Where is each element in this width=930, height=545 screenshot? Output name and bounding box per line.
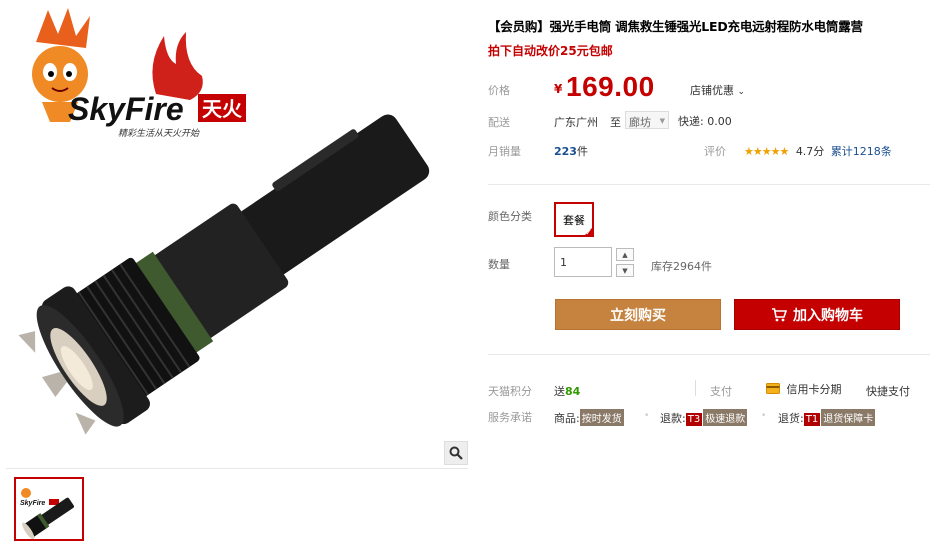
price-label: 价格 [488, 84, 510, 97]
service-goods-prefix: 商品: [554, 412, 580, 425]
points-value-wrap: 送84 [554, 383, 580, 399]
monthly-sales-label: 月销量 [488, 145, 521, 158]
points-prefix: 送 [554, 385, 565, 398]
flashlight-body [18, 114, 430, 435]
product-page: SkyFire 天火 精彩生活从天火开始 SkyFire 【会员购】强光手电筒 … [0, 0, 930, 545]
sales-unit: 件 [576, 145, 588, 158]
points-label: 天猫积分 [488, 385, 532, 398]
buy-now-button[interactable]: 立刻购买 [555, 299, 721, 330]
divider [488, 354, 930, 355]
caret-up-icon: ▲ [622, 250, 628, 259]
caret-down-icon: ▼ [622, 266, 628, 275]
service-goods[interactable]: 商品: 按时发货 [554, 409, 625, 426]
divider [695, 380, 696, 396]
service-refund[interactable]: 退款: T3 极速退款 [660, 409, 748, 426]
separator-dot: • [644, 411, 650, 421]
service-return-prefix: 退货: [778, 412, 804, 425]
separator-dot: • [761, 411, 767, 421]
check-icon: ✓ [585, 228, 592, 237]
quantity-decrease-button[interactable]: ▼ [616, 264, 634, 277]
shipping-from: 广东广州 [554, 116, 598, 129]
main-product-image[interactable]: SkyFire 天火 精彩生活从天火开始 [6, 4, 468, 466]
quantity-increase-button[interactable]: ▲ [616, 248, 634, 261]
buy-now-label: 立刻购买 [610, 307, 666, 324]
shop-promo-dropdown[interactable]: 店铺优惠 ⌄ [690, 82, 745, 98]
rating-total: 累计1218条 [830, 145, 892, 158]
svg-text:SkyFire: SkyFire [20, 500, 45, 507]
t3-badge: T3 [685, 413, 703, 426]
sales-count: 223 [554, 145, 577, 158]
quantity-label: 数量 [488, 258, 510, 271]
destination-select[interactable]: 廊坊 ▼ [625, 111, 669, 129]
divider [488, 184, 930, 185]
return-guarantee-badge: 退货保障卡 [821, 409, 876, 426]
service-refund-prefix: 退款: [660, 412, 686, 425]
add-to-cart-label: 加入购物车 [793, 307, 863, 324]
destination-value: 廊坊 [629, 116, 651, 129]
product-info: 【会员购】强光手电筒 调焦救生锤强光LED充电远射程防水电筒露营 拍下自动改价2… [488, 0, 930, 545]
rating-score: 4.7分 [795, 145, 825, 158]
skyfire-flame-icon [152, 32, 203, 100]
price-value: 169.00 [566, 71, 655, 102]
ship-on-time-badge: 按时发货 [579, 409, 624, 426]
product-subtitle: 拍下自动改价25元包邮 [488, 44, 613, 58]
shipping-to-word: 至 [610, 116, 621, 129]
flashlight-image: SkyFire 天火 精彩生活从天火开始 [18, 8, 430, 435]
add-to-cart-button[interactable]: 加入购物车 [734, 299, 900, 330]
service-return[interactable]: 退货: T1 退货保障卡 [778, 409, 876, 426]
thumbnail-1[interactable]: SkyFire [14, 477, 84, 541]
caret-down-icon: ▼ [659, 117, 665, 125]
shipping-label: 配送 [488, 116, 510, 129]
logo-cn-text: 天火 [202, 97, 243, 121]
fast-refund-badge: 极速退款 [703, 409, 748, 426]
credit-installment-label: 信用卡分期 [786, 383, 842, 396]
price-currency: ¥ [554, 82, 563, 96]
shop-promo-label: 店铺优惠 [690, 84, 734, 97]
sku-option-label: 套餐 [563, 213, 585, 227]
service-label: 服务承诺 [488, 411, 532, 424]
logo-brand-text: SkyFire [68, 91, 184, 127]
sku-option-selected[interactable]: 套餐 ✓ [554, 202, 594, 237]
express-fee: 快递: 0.00 [678, 115, 732, 128]
rating-label: 评价 [704, 145, 726, 158]
logo-slogan: 精彩生活从天火开始 [118, 128, 200, 139]
cart-icon [772, 307, 787, 321]
chevron-down-icon: ⌄ [737, 87, 746, 97]
thumbnail-strip: SkyFire [6, 468, 468, 541]
payment-label: 支付 [710, 385, 732, 398]
zoom-button[interactable] [444, 441, 468, 465]
thumbnail-image: SkyFire [20, 488, 74, 539]
star-rating-icon: ★★★★★ [744, 145, 789, 158]
quick-pay[interactable]: 快捷支付 [866, 383, 910, 399]
sku-label: 颜色分类 [488, 210, 532, 223]
stock-count: 库存2964件 [651, 260, 712, 273]
quantity-input[interactable] [554, 247, 612, 277]
t1-badge: T1 [803, 413, 821, 426]
product-gallery: SkyFire 天火 精彩生活从天火开始 SkyFire [0, 0, 470, 545]
rating-summary[interactable]: ★★★★★ 4.7分 累计1218条 [744, 143, 892, 159]
product-title: 【会员购】强光手电筒 调焦救生锤强光LED充电远射程防水电筒露营 [488, 19, 863, 34]
credit-installment[interactable]: 信用卡分期 [766, 381, 842, 397]
credit-card-icon [766, 383, 780, 394]
monthly-sales: 223件 [554, 143, 588, 159]
search-icon [449, 446, 463, 460]
points-value: 84 [565, 385, 581, 398]
